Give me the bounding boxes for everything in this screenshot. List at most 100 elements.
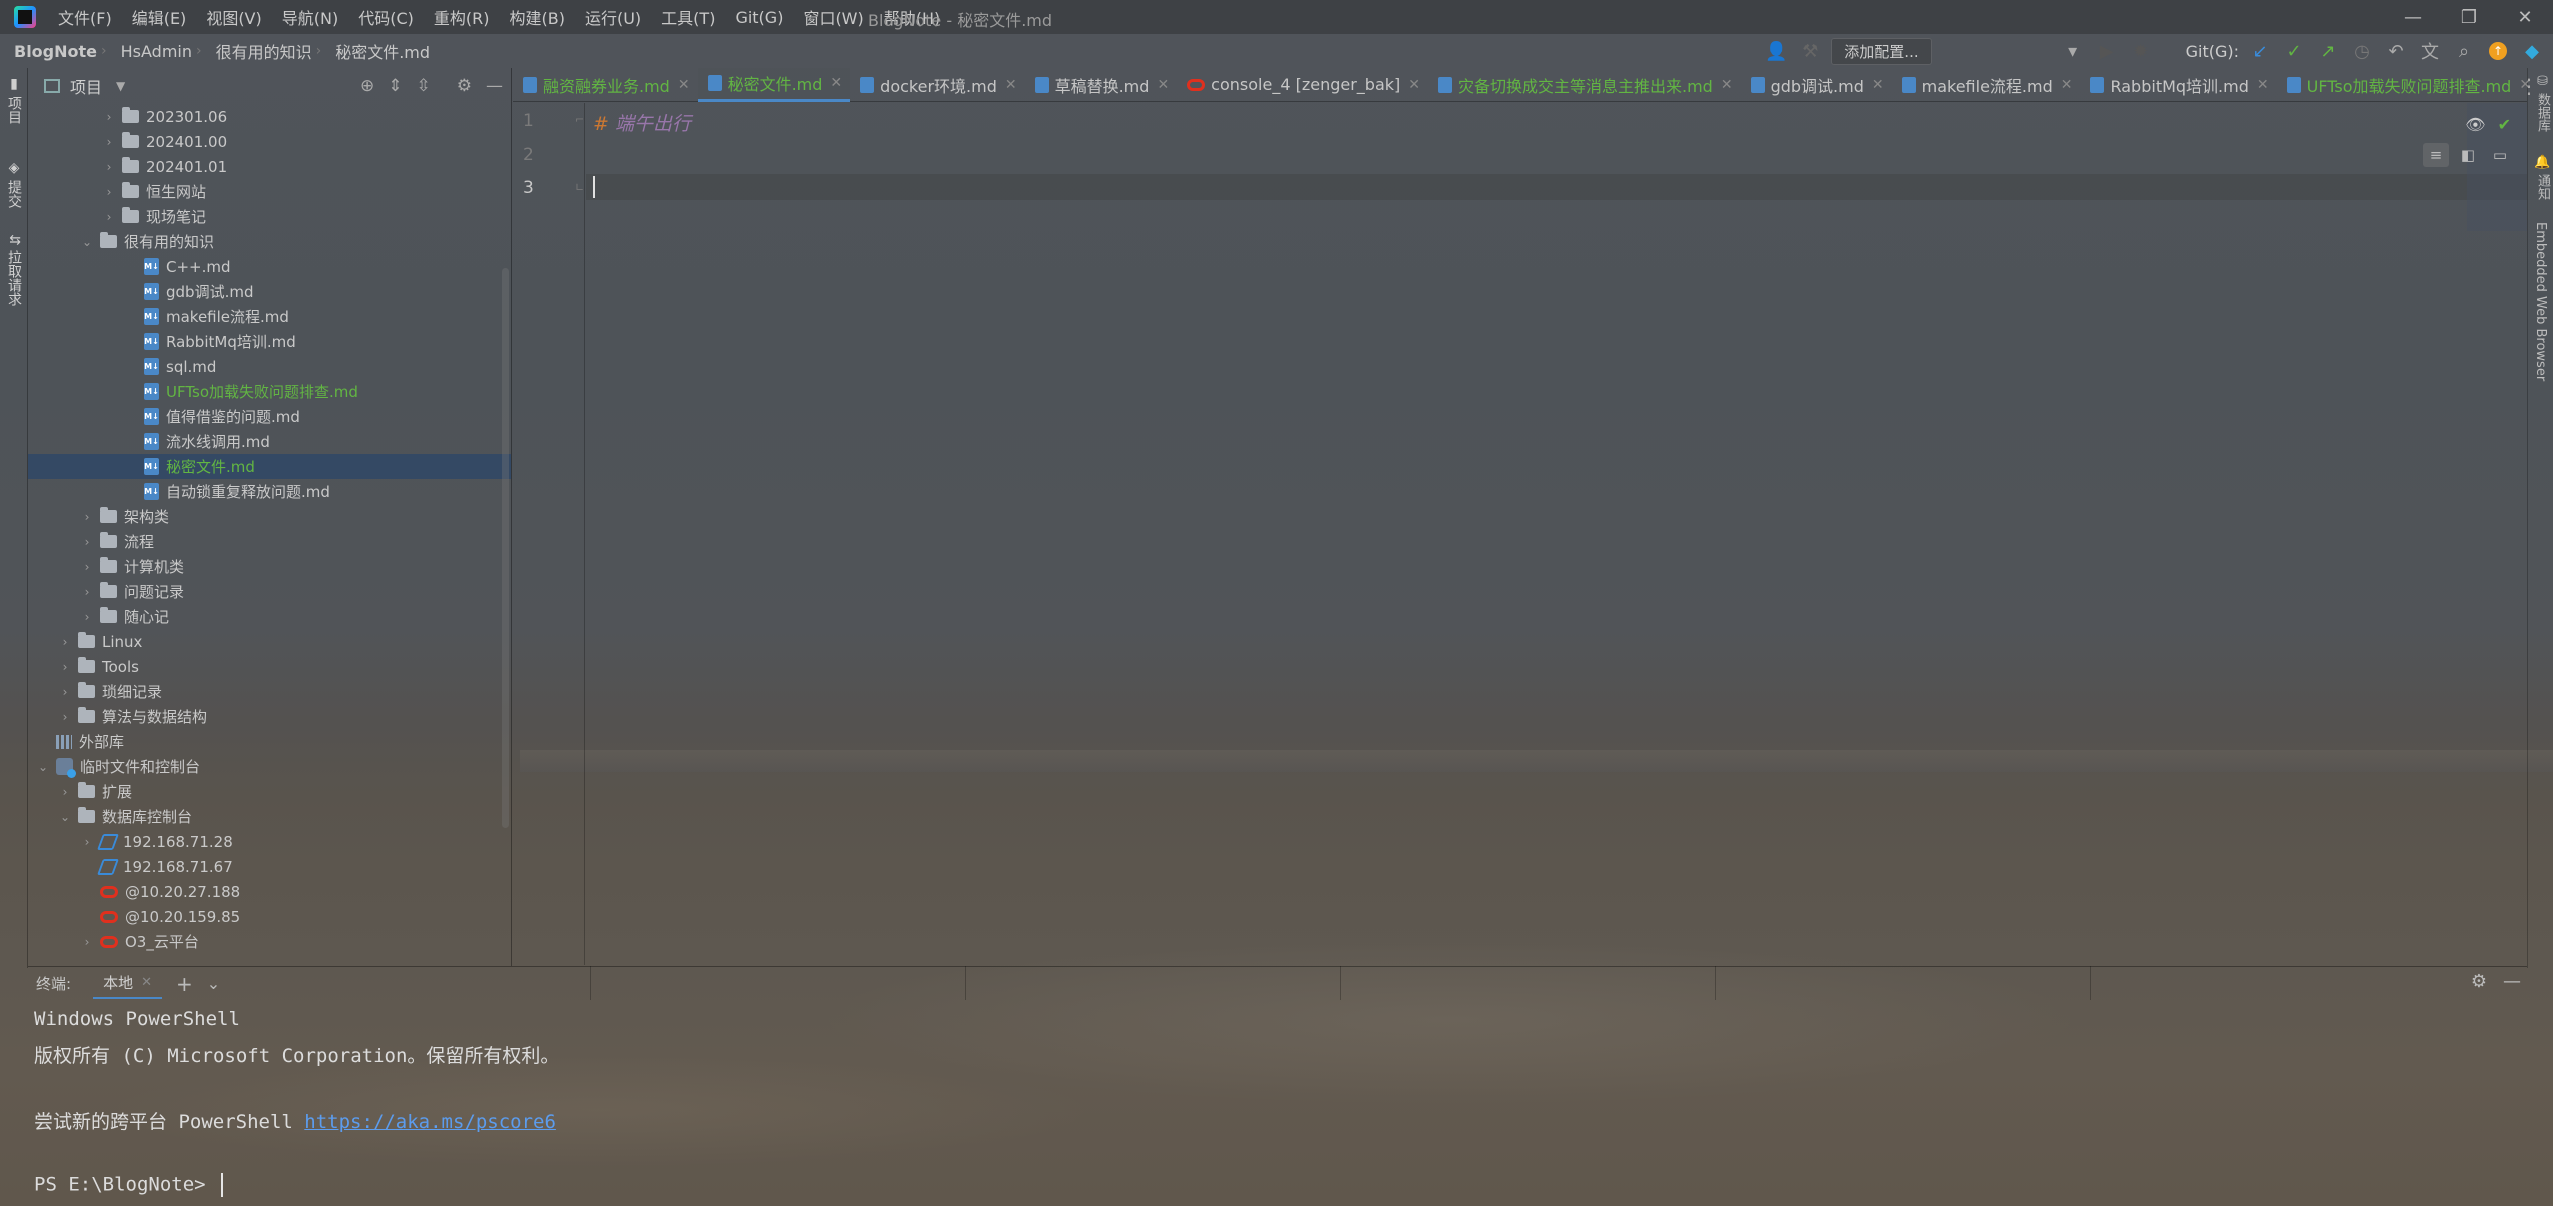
tool-tab-web-browser[interactable]: Embedded Web Browser: [2528, 216, 2553, 387]
chevron-right-icon[interactable]: ›: [58, 635, 72, 649]
more-tabs-icon[interactable]: ⋮: [2519, 74, 2539, 98]
tree-item[interactable]: › 恒生网站: [28, 179, 511, 204]
chevron-right-icon[interactable]: ›: [102, 110, 116, 124]
breadcrumb-project[interactable]: BlogNote: [0, 42, 101, 61]
tree-item[interactable]: › 扩展: [28, 779, 511, 804]
close-tab-icon[interactable]: ✕: [2257, 77, 2269, 93]
chevron-down-icon[interactable]: ⌄: [36, 760, 50, 774]
add-configuration-button[interactable]: 添加配置...: [1831, 37, 1932, 65]
chevron-right-icon[interactable]: ›: [80, 535, 94, 549]
close-icon[interactable]: ✕: [2497, 0, 2553, 34]
tree-item[interactable]: › 202401.00: [28, 129, 511, 154]
preview-only-icon[interactable]: ▭: [2487, 143, 2513, 167]
tool-tab-commit[interactable]: ◈ 提交: [0, 152, 28, 216]
tree-item[interactable]: M↓ UFTso加载失败问题排查.md: [28, 379, 511, 404]
tree-item[interactable]: ⌄ 临时文件和控制台: [28, 754, 511, 779]
debug-icon[interactable]: ✹: [2128, 38, 2154, 64]
editor-tab[interactable]: 草稿替换.md ✕: [1025, 68, 1178, 102]
tree-item[interactable]: M↓ sql.md: [28, 354, 511, 379]
editor-tab[interactable]: docker环境.md ✕: [850, 68, 1024, 102]
tree-item[interactable]: M↓ C++.md: [28, 254, 511, 279]
gear-icon[interactable]: ⚙: [2471, 971, 2487, 992]
editor-tab[interactable]: makefile流程.md ✕: [1892, 68, 2081, 102]
chevron-right-icon[interactable]: ›: [58, 660, 72, 674]
editor-tab[interactable]: 灾备切换成交主等消息主推出来.md ✕: [1428, 68, 1741, 102]
tree-item[interactable]: › 计算机类: [28, 554, 511, 579]
tree-item[interactable]: › 随心记: [28, 604, 511, 629]
hammer-icon[interactable]: ⚒: [1797, 38, 1823, 64]
chevron-down-icon[interactable]: ⌄: [207, 974, 220, 993]
chevron-right-icon[interactable]: ›: [58, 685, 72, 699]
chevron-down-icon[interactable]: ⌄: [80, 235, 94, 249]
tree-item[interactable]: › Linux: [28, 629, 511, 654]
restore-icon[interactable]: ❐: [2441, 0, 2497, 34]
tree-item[interactable]: ⌄ 数据库控制台: [28, 804, 511, 829]
tool-tab-notifications[interactable]: 🔔 通知: [2528, 148, 2553, 206]
chevron-right-icon[interactable]: ›: [102, 185, 116, 199]
tree-item[interactable]: › O3_云平台: [28, 929, 511, 954]
chevron-right-icon[interactable]: ›: [80, 610, 94, 624]
search-icon[interactable]: ⌕: [2451, 38, 2477, 64]
tree-item[interactable]: › 202301.06: [28, 104, 511, 129]
tree-item[interactable]: › 琐细记录: [28, 679, 511, 704]
chevron-right-icon[interactable]: ›: [80, 560, 94, 574]
minimize-icon[interactable]: —: [2385, 0, 2441, 34]
history-icon[interactable]: ◷: [2349, 38, 2375, 64]
expand-all-icon[interactable]: ⇕: [388, 76, 402, 96]
split-view-icon[interactable]: ◧: [2455, 143, 2481, 167]
tree-item[interactable]: M↓ 自动锁重复释放问题.md: [28, 479, 511, 504]
tree-item[interactable]: M↓ 秘密文件.md: [28, 454, 511, 479]
tree-item[interactable]: › 流程: [28, 529, 511, 554]
chevron-down-icon[interactable]: ▼: [116, 79, 125, 93]
tree-item[interactable]: › 算法与数据结构: [28, 704, 511, 729]
chevron-down-icon[interactable]: ⌄: [58, 810, 72, 824]
editor-tab[interactable]: 秘密文件.md ✕: [697, 67, 851, 102]
chevron-right-icon[interactable]: ›: [58, 710, 72, 724]
editor-area[interactable]: 1 2 3 ⌐ ∟ # 端午出行 👁 ✔ ≡ ◧ ▭: [513, 103, 2527, 965]
chevron-right-icon[interactable]: ›: [58, 785, 72, 799]
menu-git[interactable]: Git(G): [725, 8, 793, 27]
menu-edit[interactable]: 编辑(E): [122, 5, 197, 29]
tree-item[interactable]: › 问题记录: [28, 579, 511, 604]
chevron-right-icon[interactable]: ›: [102, 135, 116, 149]
tree-item[interactable]: ⌄ 很有用的知识: [28, 229, 511, 254]
close-tab-icon[interactable]: ✕: [1157, 77, 1169, 93]
tree-item[interactable]: › 202401.01: [28, 154, 511, 179]
editor-tab[interactable]: RabbitMq培训.md ✕: [2080, 68, 2276, 102]
chevron-right-icon[interactable]: ›: [102, 210, 116, 224]
chevron-right-icon[interactable]: ›: [102, 160, 116, 174]
tree-item[interactable]: M↓ 值得借鉴的问题.md: [28, 404, 511, 429]
tool-tab-project[interactable]: ▮ 项目: [0, 68, 28, 132]
tree-item[interactable]: M↓ RabbitMq培训.md: [28, 329, 511, 354]
rollback-icon[interactable]: ↶: [2383, 38, 2409, 64]
tree-item[interactable]: › 架构类: [28, 504, 511, 529]
editor-only-icon[interactable]: ≡: [2423, 143, 2449, 167]
run-config-dropdown-icon[interactable]: ▾: [2060, 38, 2086, 64]
translate-icon[interactable]: 文: [2417, 38, 2443, 64]
menu-build[interactable]: 构建(B): [500, 5, 575, 29]
gear-icon[interactable]: ⚙: [457, 76, 472, 96]
tree-item[interactable]: › 现场笔记: [28, 204, 511, 229]
tree-item[interactable]: › 192.168.71.28: [28, 829, 511, 854]
close-icon[interactable]: ✕: [141, 975, 152, 990]
locate-file-icon[interactable]: ⊕: [360, 76, 374, 96]
tool-tab-pull-requests[interactable]: ⇵ 拉取请求: [0, 226, 28, 314]
menu-view[interactable]: 视图(V): [196, 5, 271, 29]
update-available-icon[interactable]: ↑: [2485, 38, 2511, 64]
menu-file[interactable]: 文件(F): [48, 5, 122, 29]
fold-marker-icon[interactable]: ∟: [575, 181, 584, 194]
chevron-right-icon[interactable]: ›: [80, 835, 94, 849]
tree-item[interactable]: M↓ 流水线调用.md: [28, 429, 511, 454]
git-commit-icon[interactable]: ✓: [2281, 38, 2307, 64]
markdown-heading-line[interactable]: # 端午出行: [593, 109, 691, 136]
user-icon[interactable]: 👤: [1763, 38, 1789, 64]
close-tab-icon[interactable]: ✕: [678, 77, 690, 93]
menu-code[interactable]: 代码(C): [348, 5, 424, 29]
chevron-right-icon[interactable]: ›: [80, 510, 94, 524]
pscore6-link[interactable]: https://aka.ms/pscore6: [304, 1111, 556, 1133]
editor-tab[interactable]: UFTso加载失败问题排查.md ✕: [2277, 68, 2539, 102]
menu-tools[interactable]: 工具(T): [651, 5, 725, 29]
collapse-all-icon[interactable]: ⇳: [417, 76, 431, 96]
close-tab-icon[interactable]: ✕: [830, 75, 842, 91]
hide-panel-icon[interactable]: —: [486, 76, 503, 96]
